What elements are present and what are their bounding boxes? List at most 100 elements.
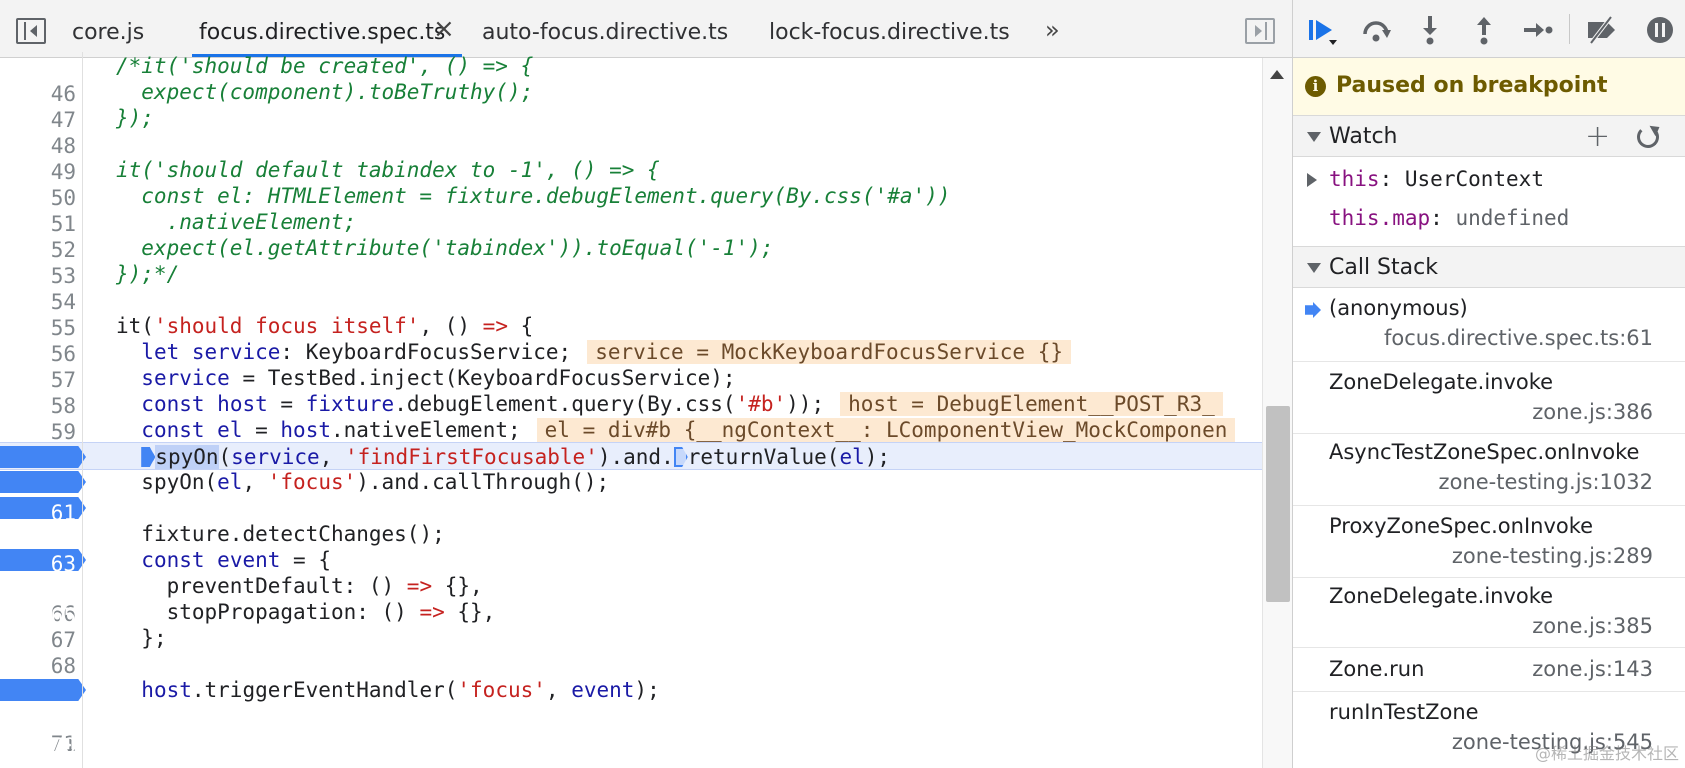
code-line: 49 (0, 130, 1262, 184)
scrollbar-thumb[interactable] (1266, 406, 1290, 602)
frame-location[interactable]: zone.js:143 (1532, 657, 1653, 681)
more-tabs-icon[interactable]: » (1045, 16, 1060, 44)
code-line: 62 spyOn(el, 'focus').and.callThrough(); (0, 468, 1262, 550)
call-frame-selected[interactable]: (anonymous) focus.directive.spec.ts:61 (1293, 290, 1685, 362)
code-text: }); (116, 106, 154, 130)
code-line: 67 stopPropagation: () => {}, (0, 598, 1262, 652)
resume-icon[interactable] (1305, 14, 1339, 46)
code-text: const host = fixture.debugElement.query(… (116, 390, 1223, 418)
refresh-watch-icon[interactable] (1637, 126, 1659, 148)
code-line: 59 const host = fixture.debugElement.que… (0, 390, 1262, 444)
paused-location-icon (141, 447, 156, 467)
code-text: });*/ (116, 262, 180, 286)
line-number[interactable]: 70 (0, 732, 76, 760)
scroll-up-icon[interactable] (1270, 70, 1284, 79)
source-editor: core.js focus.directive.spec.ts × auto-f… (0, 0, 1292, 768)
call-frame[interactable]: ZoneDelegate.invoke zone.js:386 (1293, 362, 1685, 434)
code-line: 60 const el = host.nativeElement;el = di… (0, 416, 1262, 470)
deactivate-breakpoints-icon[interactable] (1585, 14, 1619, 46)
paused-banner: i Paused on breakpoint (1293, 58, 1685, 116)
code-line: 55 (0, 286, 1262, 340)
debugger-toolbar (1293, 0, 1685, 58)
code-line: 53 expect(el.getAttribute('tabindex')).t… (0, 234, 1262, 288)
code-line: 46 /*it('should be created', () => { (0, 52, 1262, 106)
editor-tab-bar: core.js focus.directive.spec.ts × auto-f… (0, 0, 1292, 58)
code-line: 64 fixture.detectChanges(); (0, 520, 1262, 574)
code-line: 66 preventDefault: () => {}, (0, 572, 1262, 626)
watch-title: Watch (1329, 124, 1398, 149)
frame-name: Zone.run (1329, 657, 1425, 681)
frame-name: ProxyZoneSpec.onInvoke (1329, 514, 1594, 538)
toggle-debugger-icon[interactable] (1245, 18, 1275, 44)
frame-location[interactable]: focus.directive.spec.ts:61 (1384, 326, 1653, 350)
watch-expression[interactable]: this: UserContext (1293, 160, 1685, 198)
code-line: 51 const el: HTMLElement = fixture.debug… (0, 182, 1262, 236)
chevron-down-icon (1307, 132, 1321, 142)
code-line: 70 host.triggerEventHandler('focus', eve… (0, 676, 1262, 758)
code-line: 63 (0, 494, 1262, 576)
step-over-icon[interactable] (1359, 14, 1393, 46)
code-text: const event = { (141, 548, 331, 572)
code-text: spyOn(el, 'focus').and.callThrough(); (141, 470, 610, 494)
line-number[interactable]: 63 (0, 550, 76, 578)
code-line: 50 it('should default tabindex to -1', (… (0, 156, 1262, 210)
frame-name: ZoneDelegate.invoke (1329, 584, 1554, 608)
watch-section-header[interactable]: Watch + (1293, 115, 1685, 157)
frame-location[interactable]: zone-testing.js:289 (1452, 544, 1653, 568)
code-line: 71 (0, 702, 1262, 756)
step-into-icon[interactable] (1413, 14, 1447, 46)
call-frame[interactable]: AsyncTestZoneSpec.onInvoke zone-testing.… (1293, 434, 1685, 506)
watch-expression[interactable]: this.map: undefined (1293, 199, 1685, 237)
tab-focus-directive-spec[interactable]: focus.directive.spec.ts (199, 0, 445, 58)
tab-auto-focus-directive[interactable]: auto-focus.directive.ts (482, 0, 728, 58)
continue-to-location-icon[interactable] (673, 447, 688, 467)
step-icon[interactable] (1521, 14, 1555, 46)
call-frame[interactable]: ZoneDelegate.invoke zone.js:385 (1293, 578, 1685, 648)
current-execution-line: 61 spyOn(service, 'findFirstFocusable').… (0, 442, 1262, 525)
close-tab-icon[interactable]: × (433, 14, 455, 44)
code-text: service = TestBed.inject(KeyboardFocusSe… (141, 366, 736, 390)
line-number[interactable]: 61 (0, 499, 76, 527)
code-text: preventDefault: () => {}, (166, 574, 483, 598)
code-line: 65 const event = { (0, 546, 1262, 628)
frame-name: AsyncTestZoneSpec.onInvoke (1329, 440, 1640, 464)
code-text: stopPropagation: () => {}, (166, 600, 496, 624)
current-frame-icon (1305, 302, 1321, 318)
code-line: 48 }); (0, 104, 1262, 158)
code-text: const el = host.nativeElement; el = div#b… (116, 416, 1236, 444)
code-text: expect(el.getAttribute('tabindex')).toEq… (116, 236, 774, 260)
pause-on-exceptions-icon[interactable] (1643, 14, 1677, 46)
info-icon: i (1305, 76, 1326, 97)
tab-core-js[interactable]: core.js (72, 0, 144, 58)
code-text: /*it('should be created', () => { (116, 54, 534, 78)
frame-location[interactable]: zone-testing.js:1032 (1439, 470, 1653, 494)
code-line: 57 let service: KeyboardFocusService; ser… (0, 338, 1262, 392)
frame-location[interactable]: zone.js:385 (1532, 614, 1653, 638)
call-frame[interactable]: ProxyZoneSpec.onInvoke zone-testing.js:2… (1293, 506, 1685, 578)
add-watch-icon[interactable]: + (1585, 122, 1610, 152)
code-text: let service: KeyboardFocusService; servic… (116, 338, 1071, 366)
breakpoint-marker[interactable] (0, 471, 86, 493)
breakpoint-marker[interactable] (0, 679, 86, 701)
watermark: @稀土掘金技术社区 (1534, 744, 1679, 763)
inline-value: service = MockKeyboardFocusService {} (587, 340, 1071, 364)
code-text: it('should focus itself', () => { (116, 314, 534, 338)
chevron-down-icon (1307, 263, 1321, 273)
gutter-divider (82, 52, 83, 768)
line-number[interactable]: 65 (0, 602, 76, 630)
call-stack-title: Call Stack (1329, 255, 1438, 280)
call-stack-section-header[interactable]: Call Stack (1293, 246, 1685, 288)
call-frame[interactable]: Zone.run zone.js:143 (1293, 648, 1685, 692)
step-out-icon[interactable] (1467, 14, 1501, 46)
code-line: 58 service = TestBed.inject(KeyboardFocu… (0, 364, 1262, 418)
inline-value: el = div#b {__ngContext__: LComponentVie… (536, 418, 1236, 442)
code-area[interactable]: 46 /*it('should be created', () => { 47 … (0, 52, 1262, 768)
tab-lock-focus-directive[interactable]: lock-focus.directive.ts (769, 0, 1010, 58)
chevron-right-icon[interactable] (1307, 173, 1317, 187)
code-line: 47 expect(component).toBeTruthy(); (0, 78, 1262, 132)
editor-scrollbar[interactable] (1262, 58, 1292, 768)
breakpoint-marker[interactable] (0, 446, 86, 468)
frame-location[interactable]: zone.js:386 (1532, 400, 1653, 424)
line-number[interactable]: 62 (0, 524, 76, 552)
toggle-navigator-icon[interactable] (16, 18, 46, 44)
